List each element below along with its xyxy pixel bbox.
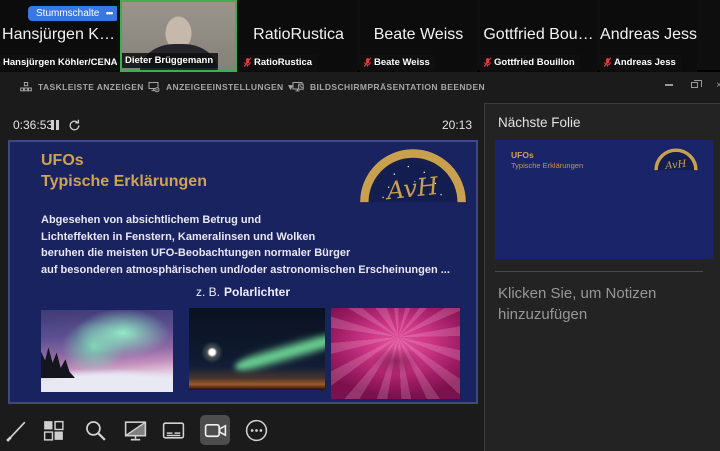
elapsed-time: 0:36:53 xyxy=(13,118,54,132)
clock-time: 20:13 xyxy=(441,118,472,132)
participant-name: Beate Weiss xyxy=(373,26,464,43)
window-minimize-button[interactable] xyxy=(662,78,676,92)
black-screen-icon xyxy=(124,420,146,440)
presenter-toolbar: TASKLEISTE ANZEIGEN ANZEIGEEINSTELLUNGEN… xyxy=(0,74,720,103)
end-presentation-button[interactable]: BILDSCHIRMPRÄSENTATION BEENDEN xyxy=(292,81,485,93)
slide-subtitle: Typische Erklärungen xyxy=(41,173,207,190)
mic-muted-icon xyxy=(603,57,612,68)
camera-icon xyxy=(204,423,226,437)
participant-strip: Hansjürgen K… Hansjürgen Köhler/CENAP St… xyxy=(0,0,720,72)
next-slide-panel: Nächste Folie UFOs Typische Erklärungen … xyxy=(484,103,720,451)
annotation-toolbar xyxy=(0,405,483,451)
notes-placeholder[interactable]: Klicken Sie, um Notizen hinzuzufügen xyxy=(498,283,688,325)
participant-label: Hansjürgen Köhler/CENAP xyxy=(0,55,117,70)
minimize-icon xyxy=(665,84,673,86)
display-settings-button[interactable]: ANZEIGEEINSTELLUNGEN ▼ xyxy=(148,81,295,93)
participant-label: Dieter Brüggemann xyxy=(122,53,219,68)
participant-name: Gottfried Bou… xyxy=(483,26,594,43)
participant-tile-beate[interactable]: Beate Weiss Beate Weiss xyxy=(360,0,477,72)
participant-label: Beate Weiss xyxy=(360,55,435,70)
participant-name: Andreas Jess xyxy=(600,26,697,43)
participant-tile-ratiorustica[interactable]: RatioRustica RatioRustica xyxy=(240,0,357,72)
example-term: Polarlichter xyxy=(223,285,291,299)
more-tools-button[interactable] xyxy=(241,415,271,445)
body-line: Lichteffekten in Fenstern, Kameralinsen … xyxy=(41,230,316,243)
display-settings-label: ANZEIGEEINSTELLUNGEN ▼ xyxy=(166,82,296,92)
restart-timer-button[interactable] xyxy=(68,119,81,132)
participant-tile-hansjuergen[interactable]: Hansjürgen K… Hansjürgen Köhler/CENAP St… xyxy=(0,0,117,72)
mic-muted-icon xyxy=(243,57,252,68)
example-prefix: z. B. xyxy=(195,285,220,299)
pause-timer-button[interactable] xyxy=(49,120,61,131)
captions-button[interactable] xyxy=(158,415,188,445)
slide-image-aurora-green-snow xyxy=(41,310,173,392)
restore-icon xyxy=(690,80,702,88)
pause-icon xyxy=(51,120,54,130)
notes-divider xyxy=(495,271,703,272)
participant-tile-dieter[interactable]: Dieter Brüggemann xyxy=(120,0,237,72)
next-slide-header: Nächste Folie xyxy=(498,115,581,130)
svg-text:AvH: AvH xyxy=(383,171,440,204)
mic-muted-icon xyxy=(363,57,372,68)
pen-tool-button[interactable] xyxy=(1,415,31,445)
show-taskbar-label: TASKLEISTE ANZEIGEN xyxy=(38,82,144,92)
slide-image-aurora-band-moon xyxy=(189,308,325,390)
slide-sorter-icon xyxy=(43,420,64,441)
next-slide-thumbnail[interactable]: UFOs Typische Erklärungen AvH xyxy=(495,140,713,259)
taskbar-icon xyxy=(20,82,32,92)
participant-label: Andreas Jess xyxy=(600,55,681,70)
more-options-button[interactable]: ••• xyxy=(99,6,117,21)
window-restore-button[interactable] xyxy=(687,78,702,92)
participant-label: RatioRustica xyxy=(240,55,318,70)
ellipsis-icon xyxy=(245,419,267,441)
thumbnail-slide-subtitle: Typische Erklärungen xyxy=(511,161,584,170)
thumbnail-club-logo: AvH xyxy=(654,148,698,171)
thumbnail-slide-title: UFOs xyxy=(511,150,534,160)
window-controls: × xyxy=(662,78,720,92)
zoom-tool-button[interactable] xyxy=(80,415,110,445)
pen-icon xyxy=(5,421,25,442)
body-line: beruhen die meisten UFO-Beobachtungen no… xyxy=(41,247,351,259)
presenter-view-window: Hansjürgen K… Hansjürgen Köhler/CENAP St… xyxy=(0,0,720,451)
show-taskbar-button[interactable]: TASKLEISTE ANZEIGEN xyxy=(20,81,144,93)
display-settings-icon xyxy=(148,82,160,93)
participant-tile-gottfried[interactable]: Gottfried Bou… Gottfried Bouillon xyxy=(480,0,597,72)
magnifier-icon xyxy=(85,420,106,441)
slide-example-caption: z. B. Polarlichter xyxy=(10,285,476,299)
body-line: auf besonderen atmosphärischen und/oder … xyxy=(41,263,450,276)
restart-icon xyxy=(69,119,80,131)
svg-text:AvH: AvH xyxy=(664,159,687,171)
slide-body-text: Abgesehen von absichtlichem Betrug und L… xyxy=(41,212,450,278)
slide-sorter-button[interactable] xyxy=(38,415,68,445)
participant-label: Gottfried Bouillon xyxy=(480,55,580,70)
body-line: Abgesehen von absichtlichem Betrug und xyxy=(41,214,262,226)
end-presentation-icon xyxy=(292,82,304,92)
mic-muted-icon xyxy=(483,57,492,68)
timer-row: 0:36:53 20:13 xyxy=(0,112,478,140)
astronomy-club-logo: ASTRONOMIEVEREIN HUMBOLDT BAYREUTH e.V. … xyxy=(356,146,466,204)
participant-name: Hansjürgen K… xyxy=(2,26,115,43)
window-close-button[interactable]: × xyxy=(712,78,720,92)
camera-button[interactable] xyxy=(200,415,230,445)
slide-image-aurora-pink-corona xyxy=(331,308,460,399)
end-presentation-label: BILDSCHIRMPRÄSENTATION BEENDEN xyxy=(310,82,486,92)
participant-tile-andreas[interactable]: Andreas Jess Andreas Jess xyxy=(600,0,697,72)
slide-title: UFOs xyxy=(41,152,84,169)
slide-canvas[interactable]: UFOs Typische Erklärungen ASTRONOMIEVERE… xyxy=(8,140,478,404)
black-screen-button[interactable] xyxy=(120,415,150,445)
captions-icon xyxy=(162,421,184,439)
participant-name: RatioRustica xyxy=(253,26,344,43)
